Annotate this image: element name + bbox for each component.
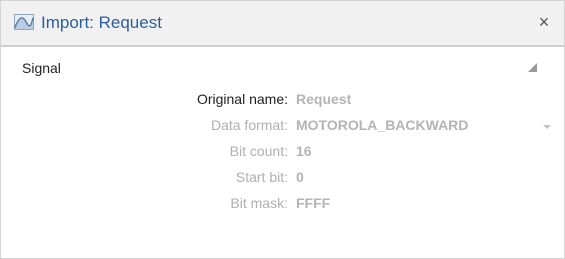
import-panel: Import: Request × Signal Original name: … xyxy=(0,0,565,259)
bit-mask-value: FFFF xyxy=(296,195,331,211)
data-format-row: Data format: MOTOROLA_BACKWARD xyxy=(1,117,564,139)
start-bit-row: Start bit: 0 xyxy=(1,169,564,191)
collapse-triangle-icon[interactable] xyxy=(526,61,538,73)
bit-count-label: Bit count: xyxy=(229,143,288,159)
signal-waveform-icon xyxy=(14,14,34,30)
bit-mask-label: Bit mask: xyxy=(230,195,288,211)
chevron-down-icon[interactable] xyxy=(542,123,552,131)
panel-titlebar: Import: Request × xyxy=(1,1,564,45)
start-bit-label: Start bit: xyxy=(235,169,288,185)
bit-count-value: 16 xyxy=(296,143,312,159)
data-format-label: Data format: xyxy=(210,117,288,133)
panel-title: Import: Request xyxy=(41,13,162,32)
signal-section-header[interactable]: Signal xyxy=(1,47,564,76)
bit-mask-row: Bit mask: FFFF xyxy=(1,195,564,217)
data-format-value: MOTOROLA_BACKWARD xyxy=(296,117,469,133)
original-name-label: Original name: xyxy=(196,91,288,107)
close-icon[interactable]: × xyxy=(539,12,550,32)
close-button[interactable]: × xyxy=(534,11,554,33)
bit-count-row: Bit count: 16 xyxy=(1,143,564,165)
section-title: Signal xyxy=(22,60,61,76)
original-name-value: Request xyxy=(296,91,352,107)
start-bit-value: 0 xyxy=(296,169,304,185)
original-name-row: Original name: Request xyxy=(1,91,564,113)
